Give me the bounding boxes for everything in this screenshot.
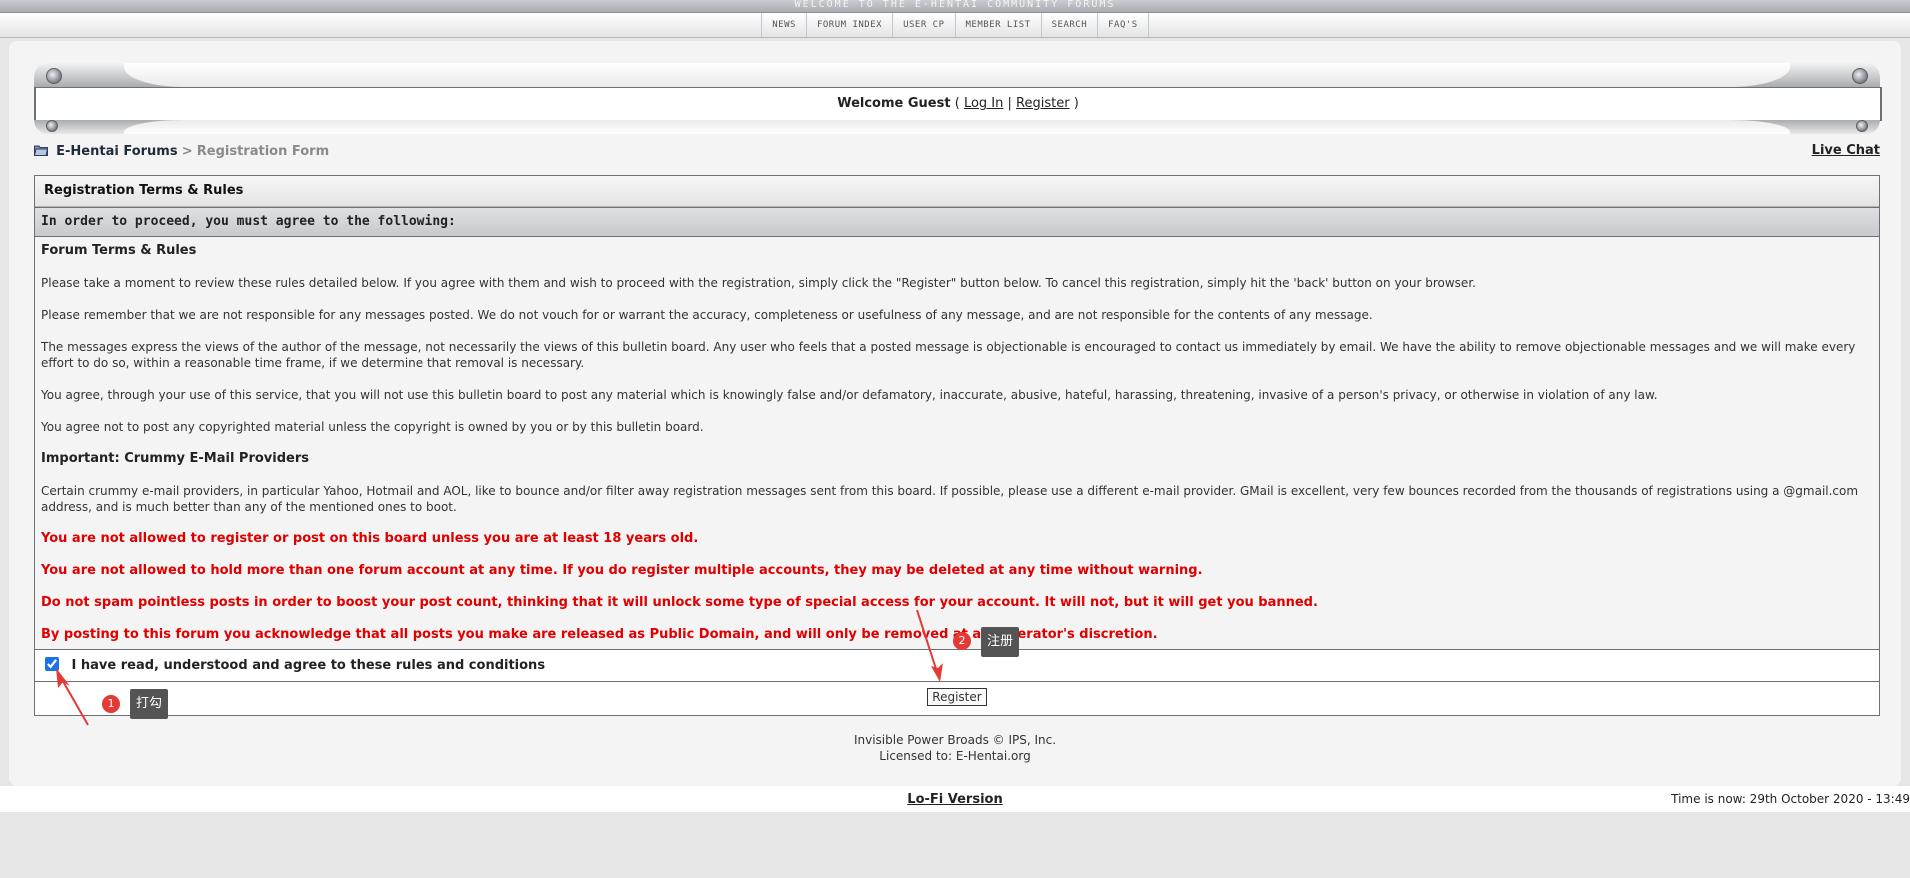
annotation-note-2: 注册	[981, 627, 1020, 657]
annotation-note-1: 打勾	[130, 689, 169, 719]
annotation-arrows	[56, 609, 943, 726]
annotation-badge-1: 1	[102, 695, 120, 713]
annotation-badge-2: 2	[953, 632, 971, 650]
